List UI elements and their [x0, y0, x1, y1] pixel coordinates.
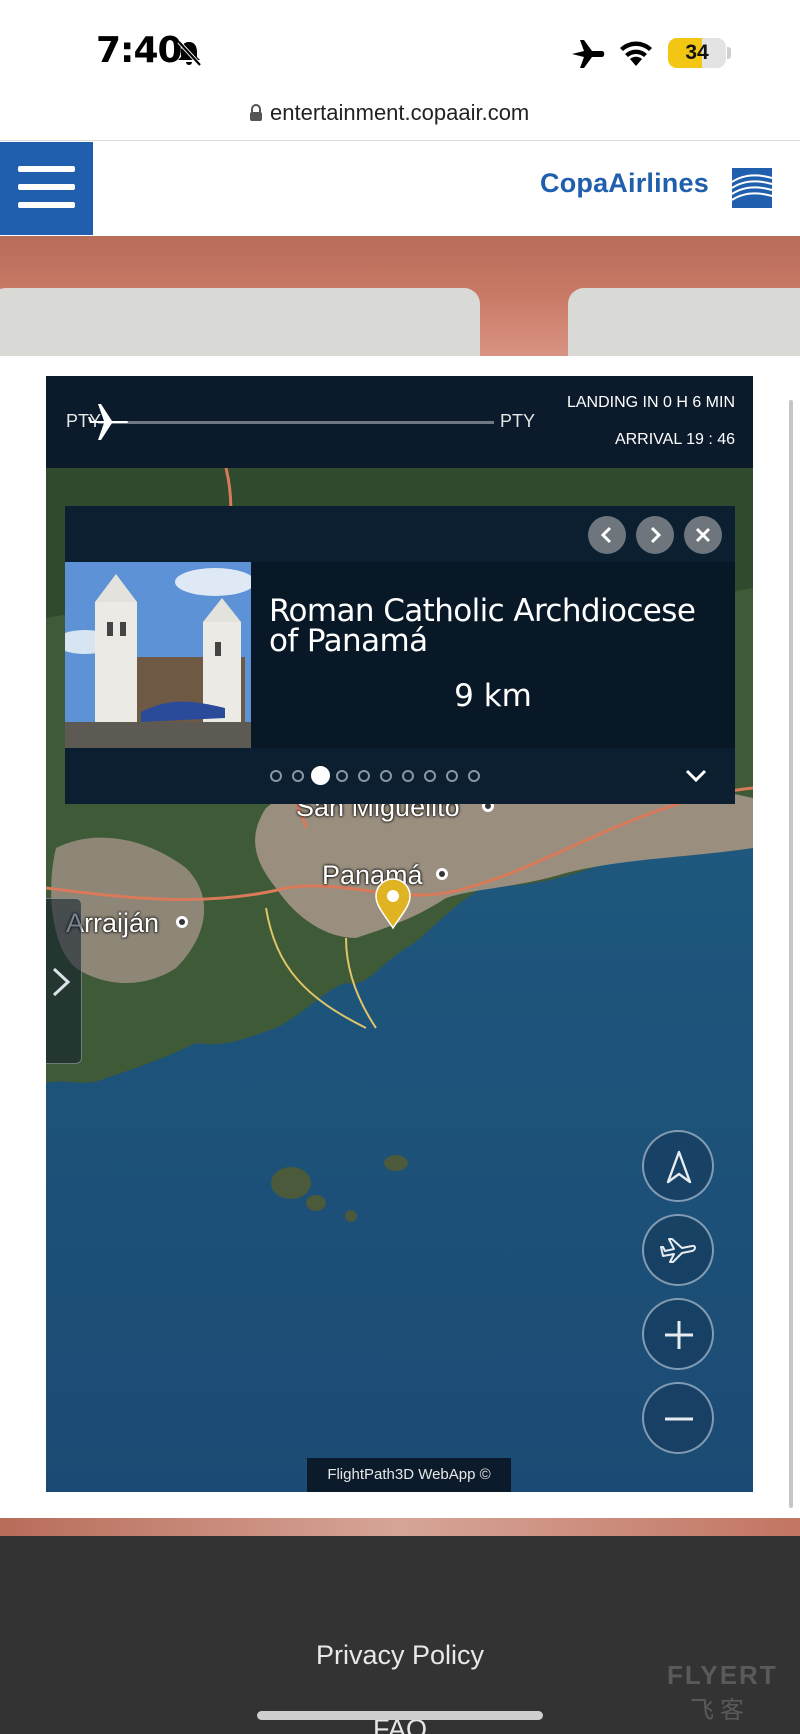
zoom-out-button[interactable]	[642, 1382, 714, 1454]
close-icon	[695, 527, 711, 543]
close-poi-button[interactable]	[684, 516, 722, 554]
chevron-left-icon	[600, 526, 612, 544]
pagination-dot-active[interactable]	[311, 766, 330, 785]
landing-countdown: LANDING IN 0 H 6 MIN	[566, 394, 735, 411]
pagination-dot[interactable]	[270, 770, 282, 782]
zoom-in-icon	[665, 1321, 693, 1349]
poi-title: Roman Catholic Archdiocese of Panamá	[269, 593, 696, 659]
map-dot-panama	[436, 868, 448, 880]
url-text[interactable]: entertainment.copaair.com	[270, 100, 529, 126]
north-arrow-icon	[666, 1150, 692, 1184]
hamburger-menu-button[interactable]	[0, 142, 93, 235]
watermark-logo: FLYERT	[667, 1660, 778, 1690]
status-bar: 7:40 34	[0, 0, 800, 90]
arrival-time: ARRIVAL 19 : 46	[614, 431, 735, 448]
battery-level: 34	[685, 41, 709, 64]
battery-indicator: 34	[668, 38, 726, 68]
next-poi-button[interactable]	[636, 516, 674, 554]
pagination-dot[interactable]	[446, 770, 458, 782]
poi-location-pin-icon[interactable]	[374, 878, 412, 930]
footer-banner-strip	[0, 1518, 800, 1536]
copa-logo-text[interactable]: CopaAirlines	[540, 168, 709, 199]
wifi-icon	[620, 41, 652, 66]
pagination-dot[interactable]	[336, 770, 348, 782]
status-time: 7:40	[96, 30, 183, 71]
zoom-out-icon	[665, 1417, 693, 1421]
poi-content: Roman Catholic Archdiocese of Panamá 9 k…	[65, 562, 735, 748]
map-credit: FlightPath3D WebApp ©	[307, 1458, 511, 1492]
pagination-dot[interactable]	[468, 770, 480, 782]
hamburger-menu-icon	[18, 184, 75, 190]
chevron-right-icon	[52, 967, 71, 997]
pagination-dot[interactable]	[424, 770, 436, 782]
page-scrollbar[interactable]	[789, 400, 793, 1508]
side-panel-toggle[interactable]	[46, 898, 82, 1064]
bell-muted-icon	[177, 40, 202, 67]
flight-progress-bar: PTY PTY LANDING IN 0 H 6 MIN ARRIVAL 19 …	[46, 376, 753, 468]
cathedral-photo	[65, 562, 251, 748]
chevron-down-icon[interactable]	[683, 764, 709, 788]
hero-banner	[0, 236, 800, 356]
previous-poi-button[interactable]	[588, 516, 626, 554]
pagination-dot[interactable]	[380, 770, 392, 782]
north-arrow-button[interactable]	[642, 1130, 714, 1202]
hamburger-menu-icon	[18, 166, 75, 172]
battery-cap	[727, 47, 731, 59]
airplane-progress-icon	[87, 404, 129, 440]
map-dot-arraijan	[176, 916, 188, 928]
chevron-right-icon	[650, 526, 662, 544]
hero-window-right	[568, 288, 800, 356]
copa-logo-icon[interactable]	[730, 166, 774, 210]
watermark-logo-sub: 飞客	[690, 1697, 750, 1724]
poi-panel-toolbar	[65, 506, 735, 562]
site-footer: Privacy Policy FAQ	[0, 1536, 800, 1734]
hero-window-left	[0, 288, 480, 356]
pagination-dot[interactable]	[402, 770, 414, 782]
poi-info-panel: Roman Catholic Archdiocese of Panamá 9 k…	[65, 506, 735, 804]
hamburger-menu-icon	[18, 202, 75, 208]
flight-map-widget: PTY PTY LANDING IN 0 H 6 MIN ARRIVAL 19 …	[46, 376, 753, 1492]
poi-distance: 9 km	[454, 678, 532, 714]
route-line	[98, 421, 494, 424]
center-airplane-button[interactable]	[642, 1214, 714, 1286]
poi-pagination	[65, 748, 735, 804]
pagination-dot[interactable]	[358, 770, 370, 782]
airplane-center-icon	[660, 1238, 696, 1263]
lock-icon	[250, 104, 262, 121]
pagination-dot[interactable]	[292, 770, 304, 782]
zoom-in-button[interactable]	[642, 1298, 714, 1370]
home-indicator[interactable]	[257, 1711, 543, 1720]
route-destination: PTY	[500, 411, 536, 431]
airplane-mode-icon	[572, 40, 605, 68]
